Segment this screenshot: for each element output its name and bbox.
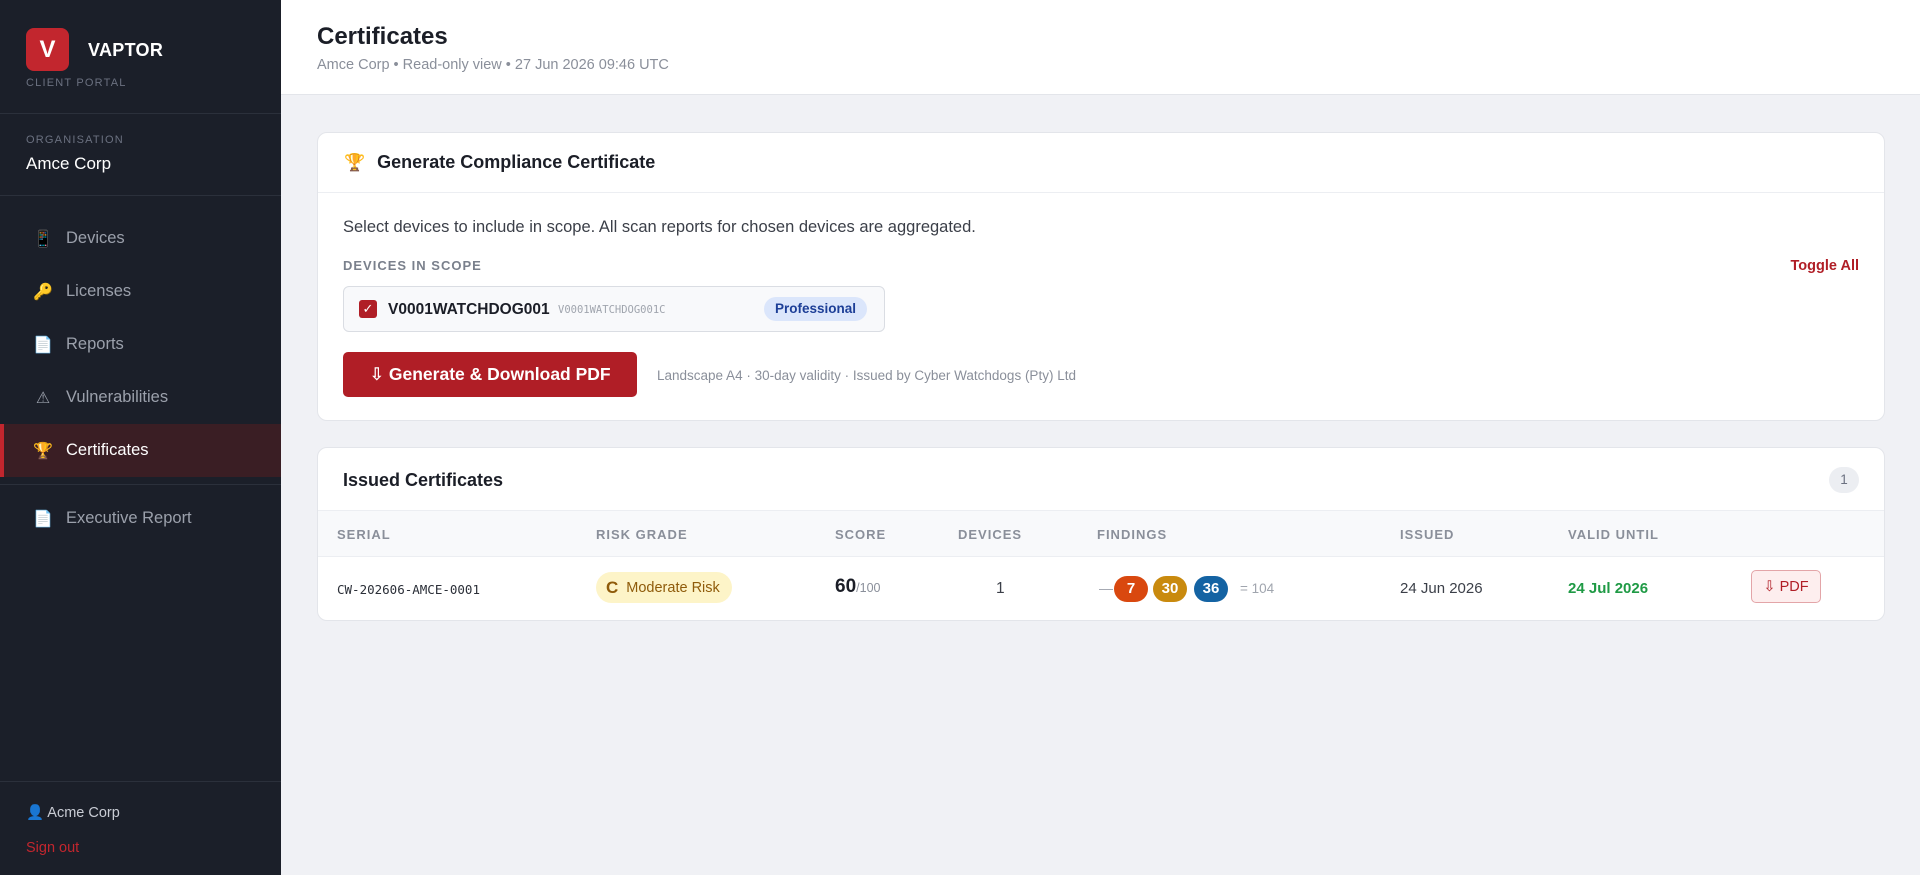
sidebar-item-licenses[interactable]: 🔑 Licenses [0,265,281,318]
findings-critical-pill: 7 [1114,576,1148,602]
sidebar-item-executive-report[interactable]: 📄 Executive Report [0,492,281,545]
device-id: V0001WATCHDOG001C [558,304,666,316]
sidebar-nav: 📱 Devices 🔑 Licenses 📄 Reports ⚠ Vulnera… [0,212,281,545]
sidebar-item-label: Licenses [66,282,132,300]
card-header: 🏆 Generate Compliance Certificate [318,133,1884,193]
valid-until-cell: 24 Jul 2026 [1568,580,1649,597]
toggle-all-button[interactable]: Toggle All [1791,258,1859,274]
organisation-block: ORGANISATION Amce Corp [0,114,281,196]
grade-letter: C [606,577,619,597]
mobile-phone-icon: 📱 [33,230,53,248]
column-header-issued: ISSUED [1400,527,1455,542]
brand-name: VAPTOR [88,40,164,60]
current-user: 👤 Acme Corp [26,804,120,821]
brand: V VAPTOR CLIENT PORTAL [0,0,281,114]
card-title: Generate Compliance Certificate [377,152,656,172]
issued-certificates-card: Issued Certificates 1 SERIAL RISK GRADE … [317,447,1885,621]
organisation-name: Amce Corp [26,154,112,173]
sidebar-item-label: Vulnerabilities [66,388,169,406]
findings-high-pill: 30 [1153,576,1187,602]
findings-dash: — [1099,580,1113,596]
generate-note: Landscape A4 · 30-day validity · Issued … [657,368,1076,383]
page-header: Certificates Amce Corp • Read-only view … [281,0,1920,95]
column-header-score: SCORE [835,527,887,542]
column-header-valid-until: VALID UNTIL [1568,527,1659,542]
card-description: Select devices to include in scope. All … [343,218,976,236]
column-header-findings: FINDINGS [1097,527,1168,542]
risk-grade-badge: C Moderate Risk [596,572,732,603]
document-icon: 📄 [33,510,53,528]
device-name: V0001WATCHDOG001 [388,301,550,318]
sidebar-item-vulnerabilities[interactable]: ⚠ Vulnerabilities [0,371,281,424]
plan-badge: Professional [764,297,868,321]
score-max: /100 [856,581,881,595]
trophy-icon: 🏆 [344,152,366,172]
sidebar-footer: 👤 Acme Corp Sign out [0,781,281,875]
user-name: Acme Corp [47,805,120,821]
column-header-risk-grade: RISK GRADE [596,527,688,542]
user-icon: 👤 [26,805,45,821]
sidebar: V VAPTOR CLIENT PORTAL ORGANISATION Amce… [0,0,281,875]
sidebar-item-reports[interactable]: 📄 Reports [0,318,281,371]
download-pdf-button[interactable]: ⇩ PDF [1751,570,1821,603]
warning-icon: ⚠ [35,389,51,407]
organisation-label: ORGANISATION [26,134,124,146]
key-icon: 🔑 [33,283,53,301]
count-badge: 1 [1829,467,1859,493]
sidebar-item-label: Reports [66,335,124,353]
score-value: 60 [835,576,857,597]
trophy-icon: 🏆 [33,442,53,460]
checkbox-checked-icon[interactable]: ✓ [359,300,377,318]
scope-label: DEVICES IN SCOPE [343,258,482,273]
issued-date-cell: 24 Jun 2026 [1400,580,1483,597]
brand-logo: V [26,28,69,71]
risk-label: Moderate Risk [626,579,720,596]
generate-certificate-card: 🏆 Generate Compliance Certificate Select… [317,132,1885,421]
table-row: CW-202606-AMCE-0001 C Moderate Risk 60/1… [318,558,1884,621]
brand-subtitle: CLIENT PORTAL [26,77,127,89]
score-cell: 60/100 [835,576,880,598]
devices-cell: 1 [996,580,1005,597]
main-content: Certificates Amce Corp • Read-only view … [281,0,1920,875]
device-scope-item[interactable]: ✓ V0001WATCHDOG001 V0001WATCHDOG001C Pro… [343,286,885,332]
nav-divider [0,484,281,485]
sidebar-item-label: Executive Report [66,509,192,527]
sign-out-link[interactable]: Sign out [26,840,79,856]
column-header-devices: DEVICES [958,527,1023,542]
generate-download-pdf-button[interactable]: ⇩ Generate & Download PDF [343,352,637,397]
column-header-serial: SERIAL [337,527,391,542]
card-title: Issued Certificates [343,470,504,490]
serial-cell: CW-202606-AMCE-0001 [337,582,480,597]
sidebar-item-devices[interactable]: 📱 Devices [0,212,281,265]
sidebar-item-label: Devices [66,229,125,247]
sidebar-item-certificates[interactable]: 🏆 Certificates [0,424,281,477]
page-subtitle: Amce Corp • Read-only view • 27 Jun 2026… [317,57,669,73]
document-icon: 📄 [33,336,53,354]
sidebar-item-label: Certificates [66,441,149,459]
findings-medium-pill: 36 [1194,576,1228,602]
page-title: Certificates [317,23,448,50]
table-header: SERIAL RISK GRADE SCORE DEVICES FINDINGS… [318,510,1884,557]
findings-total: = 104 [1240,581,1275,596]
